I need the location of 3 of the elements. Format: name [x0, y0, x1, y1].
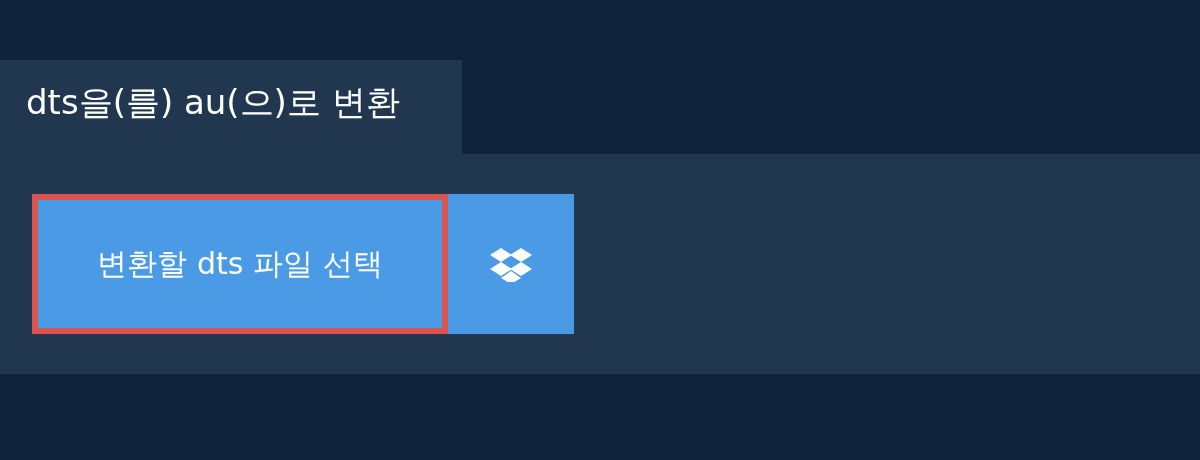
converter-tab[interactable]: dts을(를) au(으)로 변환 [0, 60, 462, 154]
dropbox-icon [490, 246, 532, 282]
dropbox-button[interactable] [448, 194, 574, 334]
